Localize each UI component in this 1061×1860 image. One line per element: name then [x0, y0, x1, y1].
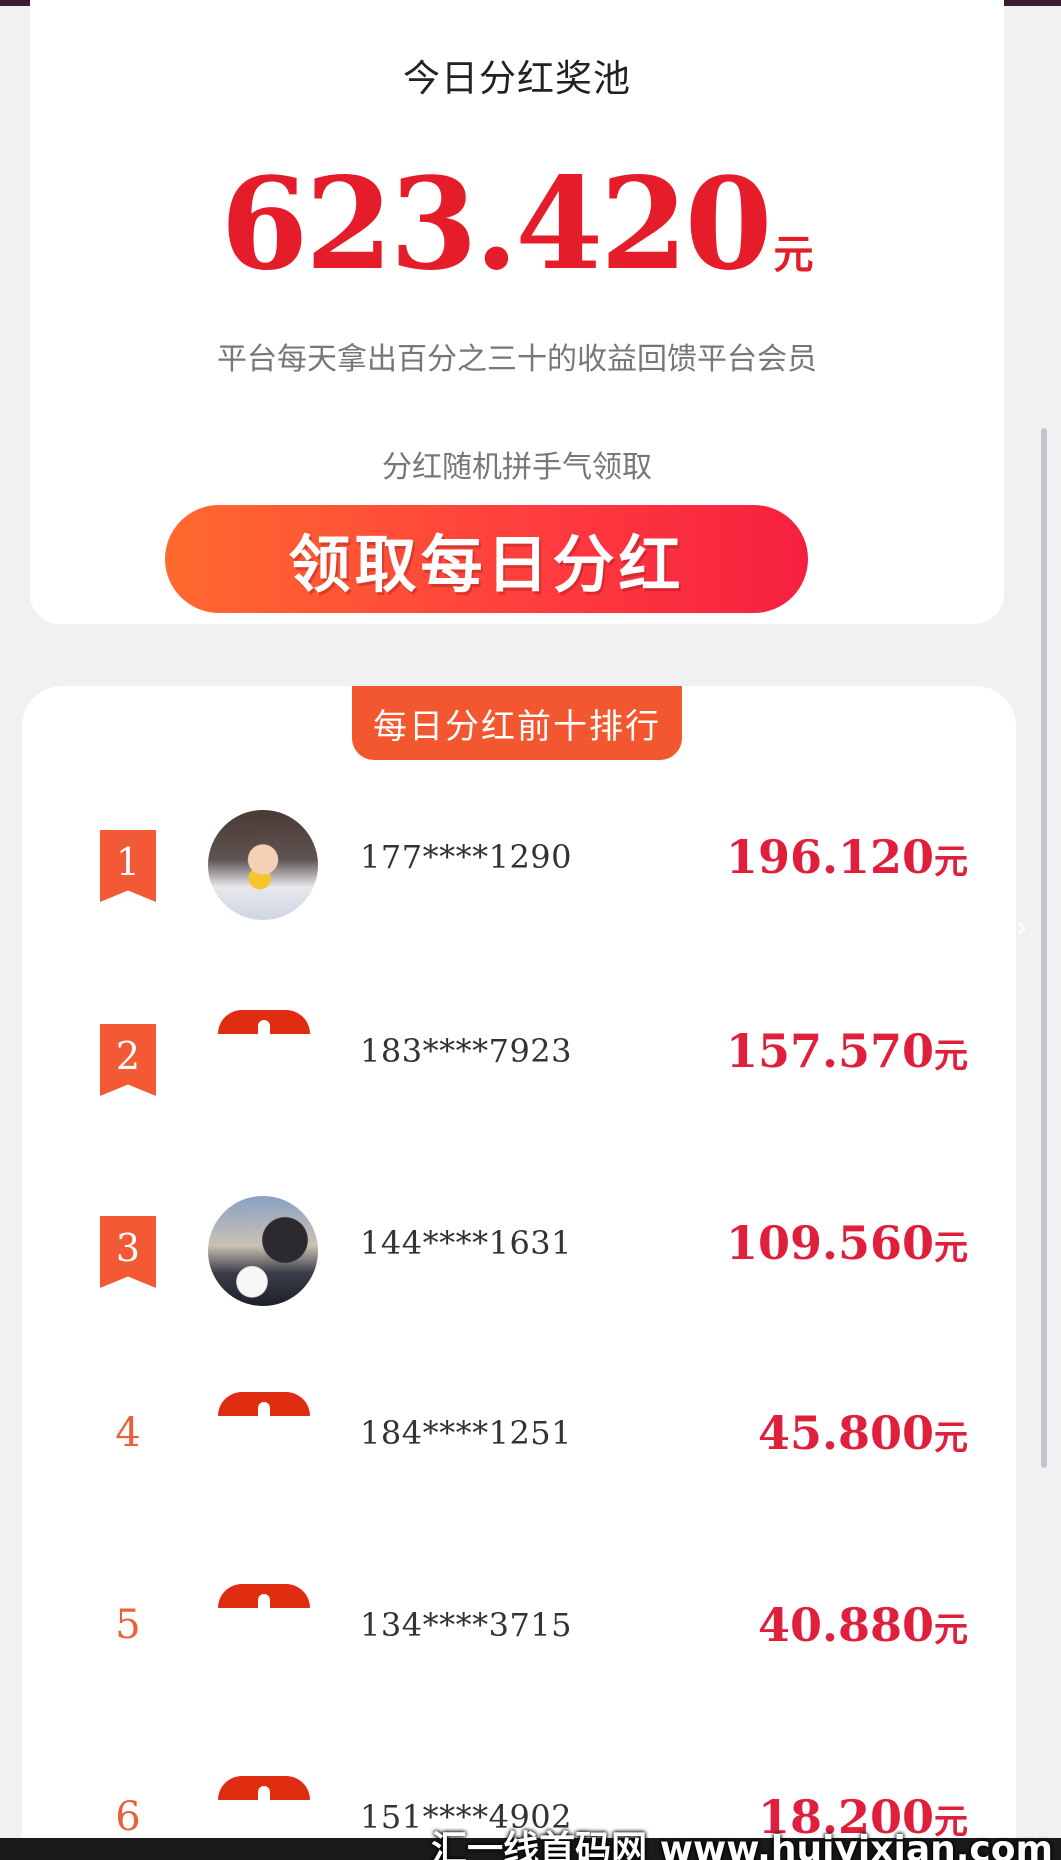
pool-title: 今日分红奖池	[403, 57, 631, 100]
ranking-row[interactable]: 1 177****1290 196.120元	[22, 800, 1016, 920]
dividend-amount-unit: 元	[934, 1610, 968, 1650]
rank-number: 5	[115, 1602, 141, 1648]
dividend-amount-value: 109.560	[725, 1216, 934, 1270]
watermark-logo: 汇一线首码网 www.huiyixian.com	[431, 1829, 1053, 1860]
masked-phone: 144****1631	[360, 1224, 573, 1262]
dividend-amount-unit: 元	[934, 1228, 968, 1268]
dividend-amount-unit: 元	[934, 1036, 968, 1076]
ranking-tab-label: 每日分红前十排行	[352, 686, 682, 760]
rank-number: 4	[115, 1410, 141, 1456]
masked-phone: 184****1251	[360, 1414, 573, 1452]
avatar-placeholder-icon	[218, 1776, 310, 1800]
masked-phone: 134****3715	[360, 1606, 573, 1644]
dividend-amount: 157.570元	[726, 1024, 968, 1078]
dividend-amount: 109.560元	[726, 1216, 968, 1270]
dividend-amount-value: 196.120	[725, 830, 934, 884]
dividend-amount-unit: 元	[934, 1418, 968, 1458]
rank-badge: 1	[100, 830, 156, 902]
scrollbar-thumb[interactable]	[1041, 428, 1047, 1468]
claim-daily-dividend-button[interactable]: 领取每日分红	[165, 505, 808, 613]
dividend-pool-card: 今日分红奖池 623.420 元 平台每天拿出百分之三十的收益回馈平台会员 分红随…	[30, 0, 1004, 624]
pool-note: 分红随机拼手气领取	[382, 450, 652, 485]
rank-badge: 2	[100, 1024, 156, 1096]
ranking-row[interactable]: 2 183****7923 157.570元	[22, 994, 1016, 1114]
avatar	[208, 810, 318, 920]
dividend-amount-value: 40.880	[757, 1598, 934, 1652]
chevron-right-icon: ›	[1016, 910, 1028, 945]
ranking-row[interactable]: 5 134****3715 40.880元	[22, 1568, 1016, 1688]
masked-phone: 177****1290	[360, 838, 573, 876]
avatar-placeholder-icon	[218, 1010, 310, 1034]
avatar-placeholder-icon	[218, 1392, 310, 1416]
pool-amount: 623.420	[220, 150, 773, 298]
pool-description: 平台每天拿出百分之三十的收益回馈平台会员	[217, 342, 817, 377]
rank-badge: 3	[100, 1216, 156, 1288]
avatar	[208, 1196, 318, 1306]
pool-amount-unit: 元	[773, 232, 814, 278]
dividend-amount-value: 157.570	[725, 1024, 934, 1078]
avatar-placeholder-icon	[218, 1584, 310, 1608]
dividend-amount: 45.800元	[758, 1406, 968, 1460]
dividend-amount-value: 45.800	[757, 1406, 934, 1460]
dividend-amount: 40.880元	[758, 1598, 968, 1652]
dividend-amount: 196.120元	[726, 830, 968, 884]
ranking-row[interactable]: 3 144****1631 109.560元	[22, 1186, 1016, 1306]
ranking-row[interactable]: 4 184****1251 45.800元	[22, 1376, 1016, 1496]
dividend-amount-unit: 元	[934, 842, 968, 882]
pool-amount-row: 623.420 元	[30, 150, 1004, 298]
masked-phone: 183****7923	[360, 1032, 573, 1070]
